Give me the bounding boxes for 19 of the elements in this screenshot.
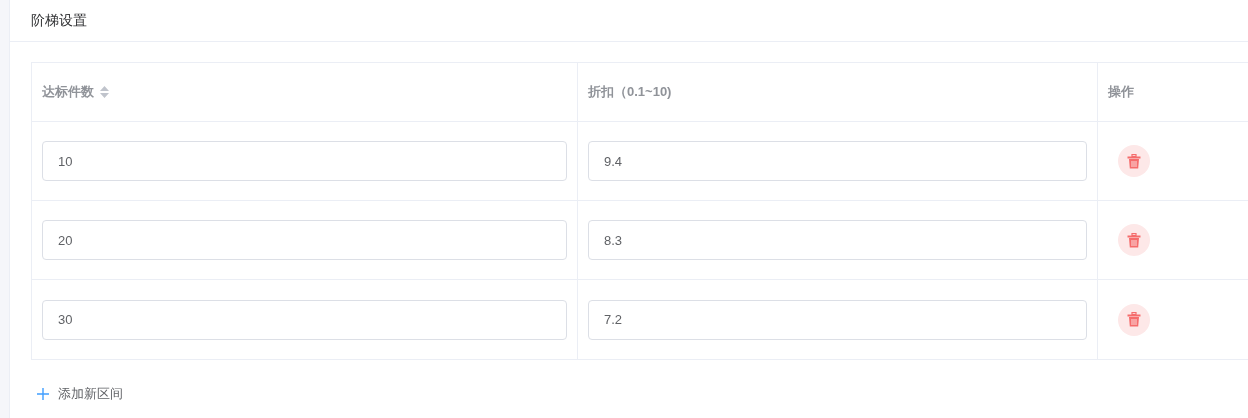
input-field[interactable]: 10 [42,141,567,181]
trash-icon [1127,232,1141,248]
input-field[interactable]: 9.4 [588,141,1087,181]
trash-icon [1127,153,1141,169]
add-range-button[interactable]: 添加新区间 [37,384,123,404]
delete-button[interactable] [1118,145,1150,177]
column-header: 操作 [1108,83,1134,102]
delete-button[interactable] [1118,224,1150,256]
input-field[interactable]: 30 [42,299,567,340]
column-header: 折扣（0.1~10) [588,83,672,102]
column-header: 达标件数 [42,83,94,102]
input-field[interactable]: 7.2 [588,299,1087,340]
sort-icon[interactable] [100,86,109,98]
trash-icon [1127,312,1141,327]
plus-icon [37,387,49,400]
input-field[interactable]: 8.3 [588,220,1087,260]
section-title: 阶梯设置 [31,11,87,30]
input-field[interactable]: 20 [42,220,567,260]
delete-button[interactable] [1118,303,1150,336]
